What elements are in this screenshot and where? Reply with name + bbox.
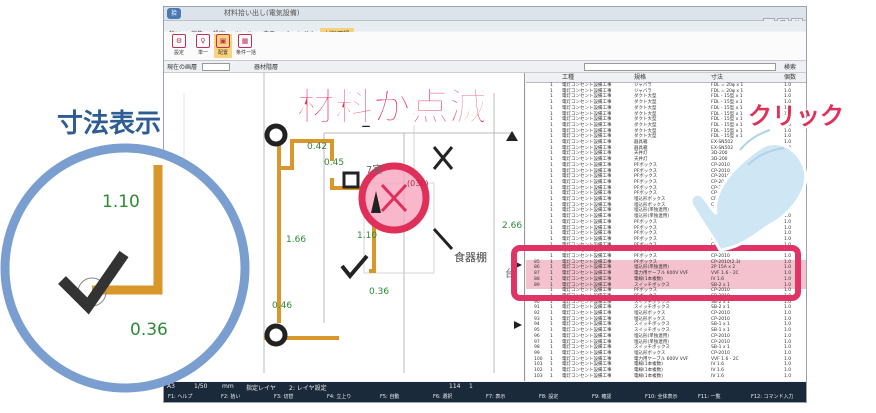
selected-rows-frame bbox=[511, 245, 801, 301]
zoom-dim-label-1: 1.10 bbox=[102, 192, 140, 212]
zoom-dim-label-2: 0.36 bbox=[130, 320, 168, 340]
pointing-hand-icon bbox=[689, 142, 808, 252]
zoom-magnifier bbox=[0, 143, 250, 393]
click-label: クリック bbox=[748, 102, 844, 130]
blink-title: 材料が点滅 bbox=[296, 85, 488, 130]
